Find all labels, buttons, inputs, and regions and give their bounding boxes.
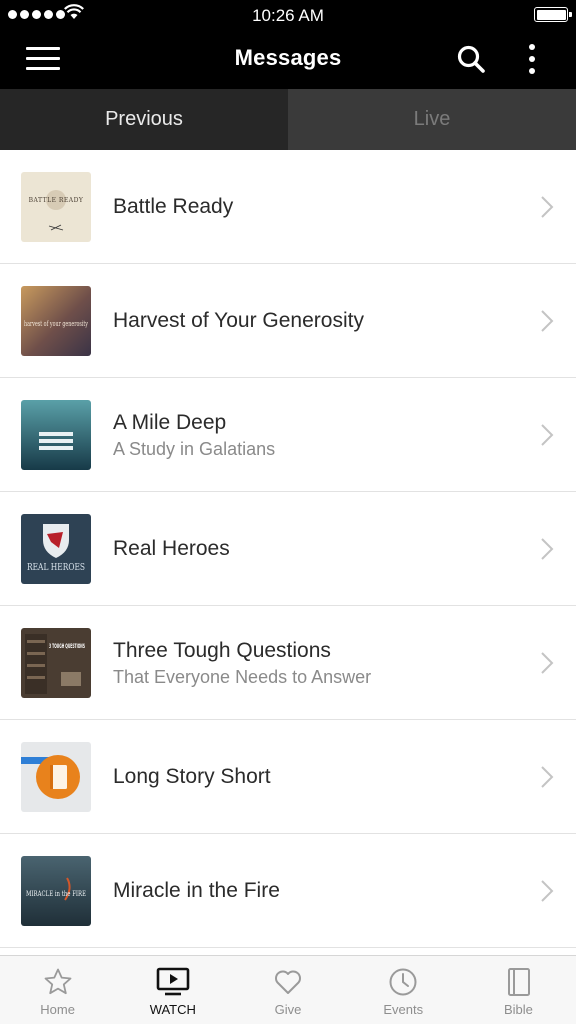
tab-give[interactable]: Give (230, 956, 345, 1024)
book-icon (508, 968, 531, 996)
message-row-a-mile-deep[interactable]: A Mile Deep A Study in Galatians (0, 378, 576, 492)
message-subtitle: A Study in Galatians (113, 438, 276, 459)
battery-icon (534, 7, 572, 22)
star-icon (44, 968, 71, 995)
page-title: Messages (234, 45, 342, 70)
tab-label: Home (40, 1002, 75, 1017)
play-screen-icon (156, 967, 190, 996)
chevron-right-icon (541, 310, 554, 332)
more-options-icon[interactable] (520, 44, 544, 76)
message-row-harvest-of-your-generosity[interactable]: harvest of your generosity Harvest of Yo… (0, 264, 576, 378)
segment-tabs: Previous Live (0, 89, 576, 150)
messages-list: BATTLE READY Battle Ready harvest of you (0, 150, 576, 948)
tab-label: Events (383, 1002, 424, 1017)
message-title: Battle Ready (113, 195, 234, 218)
chevron-right-icon (541, 766, 554, 788)
message-title: Real Heroes (113, 537, 230, 560)
clock-icon (389, 968, 417, 996)
message-title: Harvest of Your Generosity (113, 309, 364, 332)
battle-ready-thumb-text: BATTLE READY (29, 197, 84, 204)
harvest-thumb-text: harvest of your generosity (24, 319, 88, 328)
tab-label: WATCH (149, 1002, 196, 1017)
real-heroes-thumbnail: REAL HEROES (21, 514, 91, 584)
chevron-right-icon (541, 880, 554, 902)
three-tough-thumb-text: 3 TOUGH QUESTIONS (49, 643, 85, 650)
real-heroes-thumb-text: REAL HEROES (27, 563, 85, 573)
battle-ready-thumbnail: BATTLE READY (21, 172, 91, 242)
bottom-tab-bar: Home WATCH Give Events Bible (0, 955, 576, 1024)
message-title: Miracle in the Fire (113, 879, 280, 902)
tab-home[interactable]: Home (0, 956, 115, 1024)
chevron-right-icon (541, 538, 554, 560)
status-bar: 10:26 AM (0, 0, 576, 30)
message-title: Long Story Short (113, 765, 271, 788)
tab-watch[interactable]: WATCH (115, 956, 230, 1024)
tab-bible[interactable]: Bible (461, 956, 576, 1024)
navigation-bar: Messages (0, 30, 576, 89)
status-time: 10:26 AM (252, 6, 324, 25)
chevron-right-icon (541, 424, 554, 446)
tab-label: Bible (503, 1002, 533, 1017)
message-title: Three Tough Questions (113, 638, 331, 662)
message-row-battle-ready[interactable]: BATTLE READY Battle Ready (0, 150, 576, 264)
search-icon[interactable] (456, 44, 486, 74)
miracle-thumb-text: MIRACLE in the FIRE (26, 889, 86, 898)
heart-icon (275, 970, 301, 994)
tab-label: Give (274, 1002, 302, 1017)
message-row-long-story-short[interactable]: Long Story Short (0, 720, 576, 834)
chevron-right-icon (541, 196, 554, 218)
message-row-miracle-in-the-fire[interactable]: MIRACLE in the FIRE Miracle in the Fire (0, 834, 576, 948)
three-tough-questions-thumbnail: 3 TOUGH QUESTIONS (21, 628, 91, 698)
message-row-real-heroes[interactable]: REAL HEROES Real Heroes (0, 492, 576, 606)
message-row-three-tough-questions[interactable]: 3 TOUGH QUESTIONS Three Tough Questions … (0, 606, 576, 720)
tab-events[interactable]: Events (346, 956, 461, 1024)
tab-previous[interactable]: Previous (0, 89, 288, 150)
long-story-short-thumbnail (21, 742, 91, 812)
message-title: A Mile Deep (113, 410, 227, 434)
message-subtitle: That Everyone Needs to Answer (113, 666, 372, 687)
tab-live[interactable]: Live (288, 89, 576, 150)
a-mile-deep-thumbnail (21, 400, 91, 470)
harvest-thumbnail: harvest of your generosity (21, 286, 91, 356)
chevron-right-icon (541, 652, 554, 674)
miracle-in-the-fire-thumbnail: MIRACLE in the FIRE (21, 856, 91, 926)
